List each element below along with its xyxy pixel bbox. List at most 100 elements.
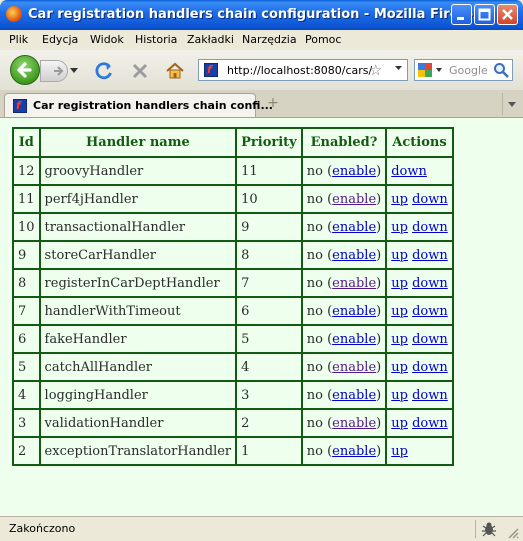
move-down-link[interactable]: down: [412, 360, 448, 375]
search-icon[interactable]: [493, 62, 509, 78]
tab-list-button[interactable]: [502, 93, 521, 115]
cell-id: 6: [12, 324, 41, 354]
address-bar[interactable]: f http://localhost:8080/cars/ ☆: [198, 59, 408, 81]
new-tab-button[interactable]: +: [260, 95, 286, 115]
move-down-link[interactable]: down: [412, 276, 448, 291]
minimize-button[interactable]: [451, 4, 472, 25]
enabled-status: no (: [306, 331, 333, 347]
enable-link[interactable]: enable: [332, 276, 376, 291]
enable-link[interactable]: enable: [332, 304, 376, 319]
close-button[interactable]: [497, 4, 518, 25]
cell-id: 12: [12, 156, 41, 186]
table-row: 9 storeCarHandler 8 no (enable) up down: [12, 240, 454, 270]
move-up-link[interactable]: up: [391, 444, 408, 459]
back-button[interactable]: [10, 55, 40, 85]
tab-car-registration[interactable]: f Car registration handlers chain confi.…: [4, 93, 273, 117]
menu-zakladki[interactable]: Zakładki: [187, 33, 234, 46]
enable-link[interactable]: enable: [332, 220, 376, 235]
menu-historia[interactable]: Historia: [135, 33, 177, 46]
enable-link[interactable]: enable: [332, 192, 376, 207]
enable-link[interactable]: enable: [332, 332, 376, 347]
move-down-link[interactable]: down: [412, 220, 448, 235]
move-up-link[interactable]: up: [391, 388, 408, 403]
move-down-link[interactable]: down: [412, 304, 448, 319]
url-text[interactable]: http://localhost:8080/cars/: [227, 64, 372, 77]
url-dropdown-icon[interactable]: [395, 66, 402, 70]
menu-narzedzia[interactable]: Narzędzia: [242, 33, 297, 46]
stop-icon[interactable]: [130, 61, 150, 81]
move-down-link[interactable]: down: [412, 416, 448, 431]
menu-widok[interactable]: Widok: [90, 33, 124, 46]
move-up-link[interactable]: up: [391, 192, 408, 207]
move-down-link[interactable]: down: [412, 388, 448, 403]
enable-link[interactable]: enable: [332, 444, 376, 459]
enable-link[interactable]: enable: [332, 164, 376, 179]
move-up-link[interactable]: up: [391, 276, 408, 291]
enable-link[interactable]: enable: [332, 360, 376, 375]
cell-enabled: no (enable): [300, 184, 388, 214]
table-row: 3 validationHandler 2 no (enable) up down: [12, 408, 454, 438]
cell-actions: up down: [385, 352, 454, 382]
cell-handler-name: validationHandler: [38, 408, 238, 438]
table-row: 6 fakeHandler 5 no (enable) up down: [12, 324, 454, 354]
cell-priority: 7: [235, 268, 303, 298]
enabled-status: no (: [306, 387, 333, 403]
history-dropdown-icon[interactable]: [70, 68, 78, 73]
cell-priority: 2: [235, 408, 303, 438]
enabled-status: no (: [306, 443, 333, 459]
cell-enabled: no (enable): [300, 380, 388, 410]
reload-icon[interactable]: [94, 61, 114, 81]
enabled-status: no (: [306, 275, 333, 291]
enabled-status: no (: [306, 303, 333, 319]
google-icon[interactable]: [418, 63, 432, 77]
move-up-link[interactable]: up: [391, 220, 408, 235]
cell-enabled: no (enable): [300, 296, 388, 326]
enabled-close-paren: ): [376, 219, 382, 235]
table-row: 2 exceptionTranslatorHandler 1 no (enable) u…: [12, 436, 454, 466]
enable-link[interactable]: enable: [332, 388, 376, 403]
menu-pomoc[interactable]: Pomoc: [305, 33, 341, 46]
menu-plik[interactable]: Plik: [9, 33, 28, 46]
enabled-status: no (: [306, 219, 333, 235]
cell-id: 2: [12, 436, 41, 466]
home-icon[interactable]: [165, 61, 185, 81]
bookmark-star-icon[interactable]: ☆: [369, 61, 382, 79]
plus-icon: +: [267, 95, 279, 111]
maximize-button[interactable]: [474, 4, 495, 25]
cell-enabled: no (enable): [300, 408, 388, 438]
enabled-status: no (: [306, 163, 333, 179]
cell-priority: 1: [235, 436, 303, 466]
cell-id: 11: [12, 184, 41, 214]
move-down-link[interactable]: down: [412, 248, 448, 263]
move-up-link[interactable]: up: [391, 360, 408, 375]
forward-button[interactable]: [40, 60, 68, 82]
move-up-link[interactable]: up: [391, 416, 408, 431]
cell-handler-name: loggingHandler: [38, 380, 238, 410]
search-bar[interactable]: Google: [414, 59, 513, 81]
firefox-icon: [6, 6, 22, 22]
enable-link[interactable]: enable: [332, 416, 376, 431]
cell-handler-name: transactionalHandler: [38, 212, 238, 242]
enabled-close-paren: ): [376, 275, 382, 291]
column-header-priority: Priority: [235, 127, 303, 158]
cell-priority: 5: [235, 324, 303, 354]
move-down-link[interactable]: down: [391, 164, 427, 179]
move-down-link[interactable]: down: [412, 192, 448, 207]
enabled-status: no (: [306, 191, 333, 207]
move-up-link[interactable]: up: [391, 248, 408, 263]
forward-arrow-icon: [54, 66, 64, 76]
search-engine-dropdown-icon[interactable]: [436, 68, 442, 72]
table-header-row: Id Handler name Priority Enabled? Action…: [12, 127, 454, 158]
cell-actions: up down: [385, 324, 454, 354]
move-up-link[interactable]: up: [391, 332, 408, 347]
table-row: 5 catchAllHandler 4 no (enable) up down: [12, 352, 454, 382]
resize-grip-icon[interactable]: [507, 527, 519, 539]
menu-edycja[interactable]: Edycja: [42, 33, 78, 46]
cell-actions: down: [385, 156, 454, 186]
move-up-link[interactable]: up: [391, 304, 408, 319]
firebug-icon[interactable]: [480, 520, 498, 538]
move-down-link[interactable]: down: [412, 332, 448, 347]
tab-bar: f Car registration handlers chain confi.…: [0, 90, 523, 118]
enable-link[interactable]: enable: [332, 248, 376, 263]
search-input[interactable]: Google: [449, 64, 488, 77]
